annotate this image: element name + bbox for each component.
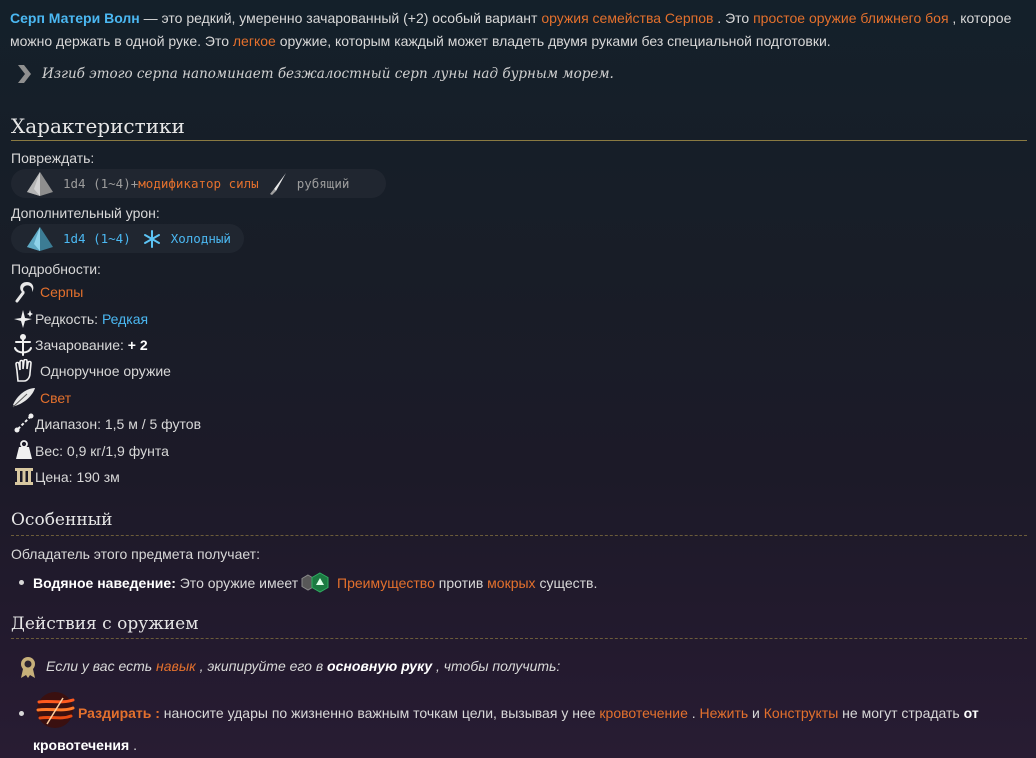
rarity-sparkle-icon <box>14 310 33 328</box>
constructs-link[interactable]: Конструкты <box>764 705 838 721</box>
action-text-5: . <box>129 737 137 753</box>
bleeding-bold-2: кровотечения <box>33 737 130 753</box>
intro-text-1: — это редкий, умеренно зачарованный (+2)… <box>139 10 542 26</box>
detail-range: Диапазон: 1,5 м / 5 футов <box>35 416 202 432</box>
bleeding-bold-1: от <box>963 705 979 721</box>
special-item: Водяное наведение: Это оружие имеет <box>33 575 298 591</box>
item-name-link[interactable]: Серп Матери Волн <box>10 10 140 26</box>
characteristics-heading: Характеристики <box>11 114 185 138</box>
detail-enchantment: Зачарование: + 2 <box>35 337 148 353</box>
extra-damage-label: Дополнительный урон: <box>11 205 160 221</box>
bleeding-link[interactable]: кровотечение <box>599 705 687 721</box>
special-text-1: Это оружие имеет <box>175 575 299 591</box>
damage-label: Повреждать: <box>11 150 95 166</box>
action-line-2: кровотечения . <box>33 737 137 753</box>
special-text-2: против <box>434 575 488 591</box>
light-weapon-link[interactable]: легкое <box>233 33 276 49</box>
special-heading: Особенный <box>11 510 113 530</box>
rarity-label: Редкость: <box>35 311 102 327</box>
action-text-3: и <box>748 705 764 721</box>
damage-pill: 1d4 (1~4) + модификатор силы рубящий <box>11 169 386 198</box>
note-text-3: , чтобы получить: <box>432 658 561 674</box>
range-icon <box>14 413 34 433</box>
special-text-3: существ. <box>535 575 598 591</box>
intro-text-5: оружие, которым каждый может владеть дву… <box>275 33 831 49</box>
damage-plus: + <box>130 176 139 191</box>
action-line-1: Раздирать : наносите удары по жизненно в… <box>78 705 979 721</box>
special-item-name: Водяное наведение: <box>33 575 176 591</box>
weight-icon <box>16 440 32 459</box>
skill-badge-icon <box>21 657 35 678</box>
advantage-link[interactable]: Преимущество <box>337 575 435 591</box>
action-text-1: наносите удары по жизненно важным точкам… <box>159 705 600 721</box>
quote-arrow-icon <box>18 65 31 83</box>
intro-text-3: , которое <box>948 10 1012 26</box>
actions-heading: Действия с оружием <box>11 614 199 634</box>
damage-dice: 1d4 (1~4) <box>63 176 131 191</box>
enchantment-icon <box>14 334 32 356</box>
item-quote: Изгиб этого серпа напоминает безжалостны… <box>42 66 614 82</box>
intro-line-2: можно держать в одной руке. Это легкое о… <box>10 33 831 49</box>
detail-handedness: Одноручное оружие <box>40 363 171 379</box>
slashing-blade-icon <box>269 172 286 195</box>
actions-rule <box>11 638 1027 639</box>
undead-link[interactable]: Нежить <box>700 705 749 721</box>
lacerate-action-icon <box>36 692 75 728</box>
simple-melee-link[interactable]: простое оружие ближнего боя <box>753 10 948 26</box>
advantage-icon <box>301 572 329 593</box>
sickle-icon <box>15 282 34 303</box>
price-icon <box>15 468 33 485</box>
note-text-2: , экипируйте его в <box>195 658 328 674</box>
intro-line-1: Серп Матери Волн — это редкий, умеренно … <box>10 10 1011 26</box>
actions-note: Если у вас есть навык , экипируйте его в… <box>46 658 560 674</box>
action-bullet <box>19 711 24 716</box>
main-hand-text: основную руку <box>327 658 433 674</box>
skill-link[interactable]: навык <box>156 658 196 674</box>
damage-type: рубящий <box>296 176 350 191</box>
details-label: Подробности: <box>11 261 101 277</box>
special-rule <box>11 535 1027 536</box>
special-item-rest: Преимущество против мокрых существ. <box>337 575 597 591</box>
detail-weight: Вес: 0,9 кг/1,9 фунта <box>35 443 169 459</box>
intro-text-2: . Это <box>713 10 754 26</box>
rarity-value: Редкая <box>101 311 149 327</box>
sickle-family-link[interactable]: оружия семейства Серпов <box>541 10 713 26</box>
action-text-4: не могут страдать <box>838 705 964 721</box>
detail-price: Цена: 190 зм <box>35 469 120 485</box>
one-hand-icon <box>15 359 32 382</box>
extra-damage-type: Холодный <box>170 231 231 246</box>
intro-text-4: можно держать в одной руке. Это <box>10 33 233 49</box>
detail-rarity: Редкость: Редкая <box>35 311 148 327</box>
action-text-2: . <box>687 705 700 721</box>
enchant-label: Зачарование: <box>35 337 128 353</box>
special-intro: Обладатель этого предмета получает: <box>11 546 260 562</box>
detail-family-link[interactable]: Серпы <box>40 284 83 300</box>
extra-damage-dice: 1d4 (1~4) <box>63 231 131 246</box>
enchant-value: + 2 <box>127 337 148 353</box>
damage-modifier: модификатор силы <box>138 176 259 191</box>
extra-damage-pill: 1d4 (1~4) Холодный <box>11 224 244 253</box>
note-text-1: Если у вас есть <box>46 658 157 674</box>
light-feather-icon <box>12 388 35 408</box>
lacerate-link[interactable]: Раздирать : <box>78 705 160 721</box>
wet-link[interactable]: мокрых <box>487 575 535 591</box>
snowflake-icon <box>143 229 160 248</box>
d4-cold-die-icon <box>27 226 53 251</box>
detail-light-link[interactable]: Свет <box>40 390 71 406</box>
special-bullet <box>19 580 24 585</box>
d4-die-icon <box>27 171 53 196</box>
characteristics-rule <box>11 140 1027 141</box>
